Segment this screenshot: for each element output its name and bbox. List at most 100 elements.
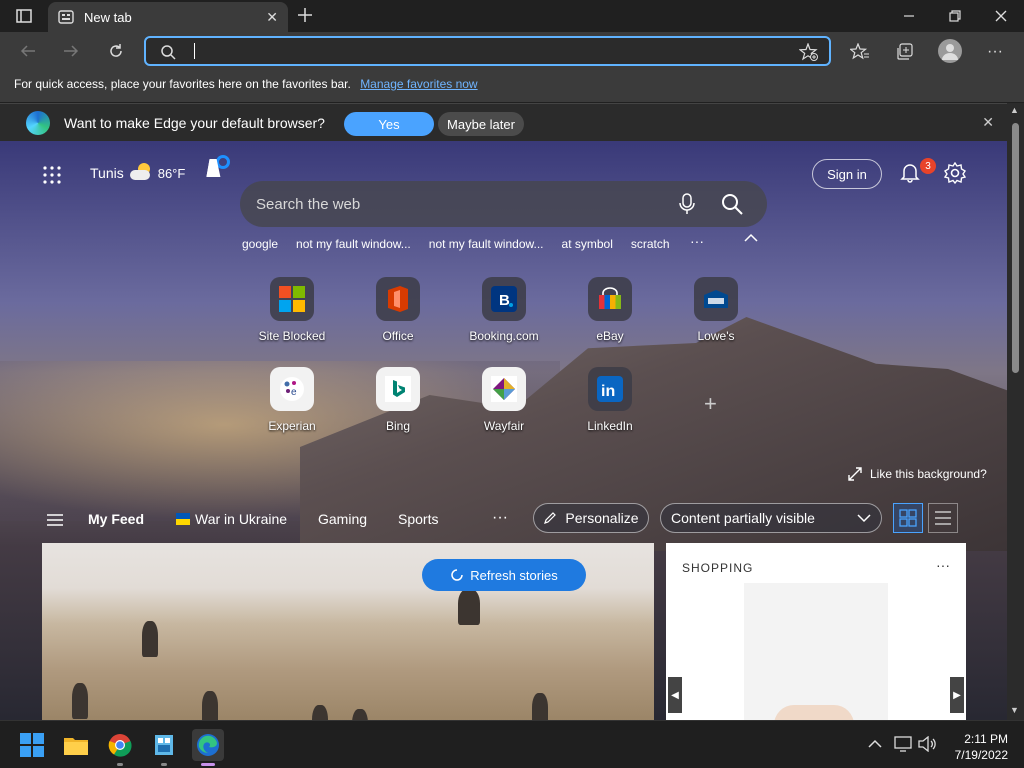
scroll-down-arrow-icon[interactable]: ▼ bbox=[1010, 705, 1019, 715]
add-favorite-icon[interactable] bbox=[799, 43, 819, 61]
infobar-close-icon[interactable]: ✕ bbox=[982, 114, 994, 131]
trending-item[interactable]: google bbox=[242, 237, 278, 251]
favorites-bar-message: For quick access, place your favorites h… bbox=[14, 77, 351, 91]
taskbar-clock[interactable]: 2:11 PM 7/19/2022 bbox=[944, 731, 1008, 763]
restore-button[interactable] bbox=[932, 0, 978, 32]
ebay-logo-icon bbox=[588, 277, 632, 321]
office-logo-icon bbox=[376, 277, 420, 321]
close-window-button[interactable] bbox=[978, 0, 1024, 32]
search-placeholder: Search the web bbox=[256, 196, 361, 213]
tile-label: LinkedIn bbox=[587, 419, 633, 433]
tab-actions-button[interactable] bbox=[12, 6, 36, 26]
yes-button[interactable]: Yes bbox=[344, 112, 434, 136]
app-launcher-icon[interactable] bbox=[42, 165, 62, 185]
taskbar-edge[interactable] bbox=[192, 729, 224, 761]
menu-hamburger-icon[interactable] bbox=[46, 513, 64, 527]
quick-link-booking[interactable]: B Booking.com bbox=[456, 277, 552, 357]
favorites-button[interactable] bbox=[849, 41, 871, 63]
taskbar-chrome[interactable] bbox=[104, 729, 136, 761]
start-button[interactable] bbox=[16, 729, 48, 761]
trending-item[interactable]: scratch bbox=[631, 237, 670, 251]
add-quick-link-icon[interactable]: + bbox=[704, 391, 717, 417]
web-search-box[interactable]: Search the web bbox=[240, 181, 767, 227]
shopping-card[interactable]: SHOPPING ··· ◀ ▶ bbox=[666, 543, 966, 720]
weather-temperature: 86°F bbox=[157, 165, 186, 181]
new-tab-button[interactable] bbox=[294, 4, 316, 26]
trending-item[interactable]: at symbol bbox=[562, 237, 613, 251]
settings-more-button[interactable]: ··· bbox=[984, 41, 1006, 63]
microphone-icon[interactable] bbox=[678, 193, 696, 215]
search-icon bbox=[161, 45, 176, 60]
tab-title: New tab bbox=[84, 9, 132, 25]
weather-widget[interactable]: Tunis 86°F bbox=[90, 163, 186, 181]
like-background-label: Like this background? bbox=[870, 467, 987, 481]
trending-item[interactable]: not my fault window... bbox=[296, 237, 411, 251]
settings-gear-icon[interactable] bbox=[944, 162, 966, 184]
notifications-bell-icon[interactable] bbox=[900, 163, 920, 183]
taskbar-running-indicator bbox=[161, 763, 167, 766]
forward-arrow-icon bbox=[64, 45, 79, 57]
network-monitor-icon[interactable] bbox=[894, 736, 912, 752]
refresh-stories-button[interactable]: Refresh stories bbox=[422, 559, 586, 591]
story-image bbox=[72, 589, 592, 720]
content-visibility-dropdown[interactable]: Content partially visible bbox=[660, 503, 882, 533]
quick-link-wayfair[interactable]: Wayfair bbox=[456, 367, 552, 447]
new-tab-page: Tunis 86°F Sign in 3 Search the web goog… bbox=[0, 141, 1007, 720]
collections-icon bbox=[897, 43, 913, 60]
scrollbar-thumb[interactable] bbox=[1012, 123, 1019, 373]
booking-logo-icon: B bbox=[482, 277, 526, 321]
personalize-label: Personalize bbox=[565, 510, 639, 526]
quick-link-linkedin[interactable]: in LinkedIn bbox=[562, 367, 658, 447]
tab-my-feed[interactable]: My Feed bbox=[88, 511, 144, 527]
tab-gaming[interactable]: Gaming bbox=[318, 511, 367, 527]
trending-item[interactable]: not my fault window... bbox=[429, 237, 544, 251]
expand-icon bbox=[848, 467, 862, 481]
product-thumbnail bbox=[774, 705, 854, 720]
quick-link-ebay[interactable]: eBay bbox=[562, 277, 658, 357]
clock-time: 2:11 PM bbox=[964, 732, 1008, 746]
search-submit-icon[interactable] bbox=[720, 192, 744, 216]
quick-link-bing[interactable]: Bing bbox=[350, 367, 446, 447]
collections-button[interactable] bbox=[894, 41, 916, 63]
tab-close-icon[interactable]: ✕ bbox=[266, 9, 278, 26]
tab-new-tab[interactable]: New tab ✕ bbox=[48, 2, 288, 32]
address-bar[interactable] bbox=[144, 36, 831, 66]
forward-button[interactable] bbox=[58, 39, 84, 63]
tile-label: Wayfair bbox=[483, 419, 525, 433]
quick-link-experian[interactable]: e Experian bbox=[244, 367, 340, 447]
like-background-button[interactable]: Like this background? bbox=[848, 467, 987, 481]
shopping-product-image[interactable] bbox=[744, 583, 888, 720]
page-scrollbar[interactable]: ▲ ▼ bbox=[1007, 103, 1024, 720]
sign-in-button[interactable]: Sign in bbox=[812, 159, 882, 189]
volume-icon[interactable] bbox=[918, 736, 938, 752]
trending-more-button[interactable]: ··· bbox=[690, 233, 704, 249]
minimize-icon bbox=[904, 15, 914, 17]
tab-war-in-ukraine[interactable]: War in Ukraine bbox=[176, 511, 287, 527]
edge-browser-icon bbox=[197, 734, 219, 756]
shopping-more-button[interactable]: ··· bbox=[936, 557, 950, 573]
tab-sports[interactable]: Sports bbox=[398, 511, 438, 527]
quick-link-site-blocked[interactable]: Site Blocked bbox=[244, 277, 340, 357]
tray-overflow-chevron-icon[interactable] bbox=[868, 739, 882, 749]
taskbar-file-explorer[interactable] bbox=[60, 729, 92, 761]
maybe-later-button[interactable]: Maybe later bbox=[438, 112, 524, 136]
manage-favorites-link[interactable]: Manage favorites now bbox=[360, 77, 477, 91]
quick-link-lowes[interactable]: Lowe's bbox=[668, 277, 764, 357]
refresh-button[interactable] bbox=[103, 39, 129, 63]
shopping-next-arrow-icon[interactable]: ▶ bbox=[950, 677, 964, 713]
personalize-button[interactable]: Personalize bbox=[533, 503, 649, 533]
svg-text:B: B bbox=[499, 292, 510, 309]
minimize-button[interactable] bbox=[886, 0, 932, 32]
grid-view-button[interactable] bbox=[893, 503, 923, 533]
collapse-chevron-up-icon[interactable] bbox=[744, 233, 758, 243]
shopping-prev-arrow-icon[interactable]: ◀ bbox=[668, 677, 682, 713]
profile-avatar[interactable] bbox=[938, 39, 962, 63]
back-arrow-icon bbox=[20, 45, 35, 57]
feed-more-button[interactable]: ··· bbox=[492, 509, 508, 527]
list-view-button[interactable] bbox=[928, 503, 958, 533]
taskbar-app-store[interactable] bbox=[148, 729, 180, 761]
back-button[interactable] bbox=[15, 39, 41, 63]
scroll-up-arrow-icon[interactable]: ▲ bbox=[1010, 105, 1019, 115]
quick-link-office[interactable]: Office bbox=[350, 277, 446, 357]
svg-text:e: e bbox=[291, 387, 297, 398]
